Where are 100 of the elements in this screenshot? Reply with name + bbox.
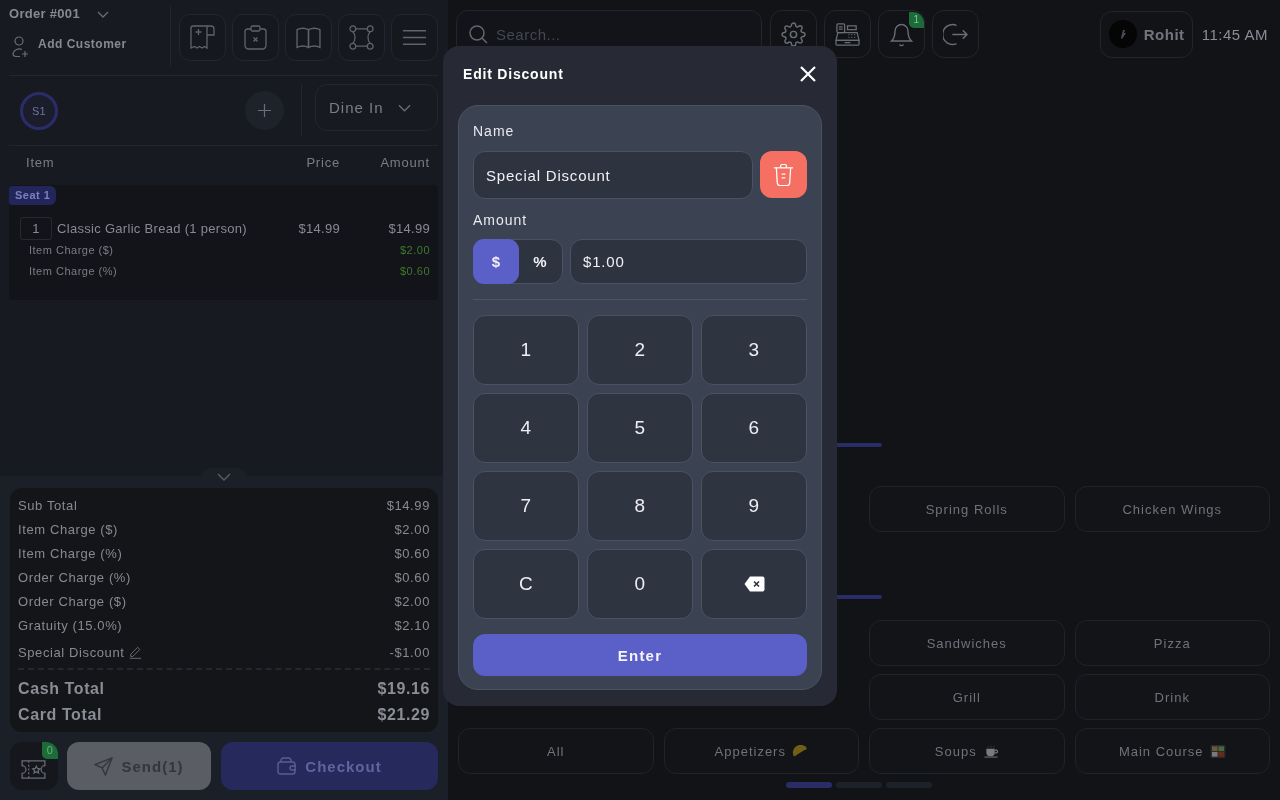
summary-value: $2.00: [394, 593, 430, 609]
backspace-icon: [743, 576, 765, 592]
keypad-key[interactable]: 5: [587, 393, 693, 463]
quantity-box[interactable]: 1: [20, 217, 52, 240]
summary-value: $0.60: [394, 569, 430, 585]
category-tile[interactable]: Main Course: [1074, 728, 1270, 774]
menu-button[interactable]: [391, 14, 438, 61]
enter-button[interactable]: Enter: [473, 634, 807, 676]
clipboard-button[interactable]: [232, 14, 279, 61]
summary-value: $2.00: [394, 521, 430, 537]
total-label: Card Total: [18, 706, 102, 724]
seat-tag: Seat 1: [9, 186, 57, 205]
item-amount: $14.99: [387, 221, 430, 236]
charge-label: Item Charge (%): [29, 264, 118, 279]
keypad-key[interactable]: 0: [587, 549, 693, 619]
amount-type-option[interactable]: %: [517, 239, 563, 284]
keypad-key[interactable]: 1: [473, 315, 579, 385]
category-tile[interactable]: All: [458, 728, 654, 774]
category-tile[interactable]: Soups: [869, 728, 1065, 774]
seat-button[interactable]: S1: [20, 91, 58, 130]
chevron-down-icon: [397, 103, 411, 112]
backspace-key[interactable]: [701, 549, 807, 619]
search-icon: [469, 24, 488, 44]
order-type-dropdown[interactable]: Dine In: [315, 84, 438, 131]
chevron-down-icon: [217, 473, 231, 481]
paper-plane-icon: [94, 756, 114, 776]
total-value: $19.16: [377, 680, 430, 698]
settings-icon: [781, 21, 806, 47]
count-badge: 0: [42, 742, 58, 759]
order-selector[interactable]: Order #001: [9, 6, 109, 22]
trash-icon: [773, 162, 794, 187]
summary-value: $0.60: [394, 545, 430, 561]
new-receipt-button[interactable]: [179, 14, 226, 61]
charge-amount: $2.00: [399, 243, 430, 258]
category-tile[interactable]: Appetizers: [663, 728, 859, 774]
item-price: $14.99: [297, 221, 340, 236]
clock-time: 11:45 AM: [1201, 25, 1268, 43]
bento-box-icon: [1209, 744, 1226, 758]
summary-label: Item Charge ($): [18, 521, 119, 537]
amount-type-option[interactable]: $: [473, 239, 519, 284]
total-label: Cash Total: [18, 680, 105, 698]
chevron-down-icon: [96, 10, 109, 18]
clipboard-x-icon: [243, 25, 268, 50]
ticket-star-icon: [20, 759, 46, 779]
coffee-cup-icon: [982, 744, 999, 758]
column-header: Item: [26, 154, 56, 170]
profile-button[interactable]: Rohit: [1099, 10, 1193, 58]
summary-label: Item Charge (%): [18, 545, 123, 561]
open-book-icon: [296, 25, 321, 50]
notification-badge: 1: [909, 12, 924, 28]
field-label: Name: [473, 122, 516, 141]
keypad-key[interactable]: 4: [473, 393, 579, 463]
table-layout-button[interactable]: [338, 14, 385, 61]
keypad-key[interactable]: 9: [701, 471, 807, 541]
category-tile[interactable]: Grill: [869, 674, 1065, 720]
amount-input[interactable]: $1.00: [570, 239, 807, 284]
close-icon: [800, 66, 816, 82]
keypad-key[interactable]: 7: [473, 471, 579, 541]
category-tile[interactable]: Sandwiches: [869, 620, 1065, 666]
category-tile[interactable]: Pizza: [1074, 620, 1270, 666]
summary-label: Order Charge ($): [18, 593, 127, 609]
checkout-button[interactable]: Checkout: [221, 742, 438, 790]
cash-register-icon: [835, 21, 860, 47]
person-add-icon: [12, 36, 29, 58]
logout-button[interactable]: [932, 10, 979, 58]
keypad-key[interactable]: 3: [701, 315, 807, 385]
keypad-key[interactable]: 6: [701, 393, 807, 463]
charge-amount: $0.60: [399, 264, 430, 279]
column-header: Price: [305, 154, 340, 170]
summary-label: Order Charge (%): [18, 569, 131, 585]
pencil-icon[interactable]: [129, 645, 143, 659]
keypad-key[interactable]: 8: [587, 471, 693, 541]
wallet-icon: [277, 757, 298, 775]
menu-item-tile[interactable]: Spring Rolls: [869, 486, 1065, 532]
summary-value: $2.10: [394, 617, 430, 633]
total-value: $21.29: [377, 706, 430, 724]
notifications-button[interactable]: 1: [878, 10, 925, 58]
taco-icon: [791, 744, 808, 758]
menu-book-button[interactable]: [285, 14, 332, 61]
dialog-title: Edit Discount: [463, 66, 564, 82]
keypad-key[interactable]: 2: [587, 315, 693, 385]
item-name: Classic Garlic Bread (1 person): [57, 221, 247, 236]
clear-key[interactable]: C: [473, 549, 579, 619]
plus-icon: [258, 104, 271, 117]
summary-value: -$1.00: [389, 644, 430, 660]
delete-button[interactable]: [760, 151, 807, 198]
receipt-plus-icon: [190, 25, 215, 50]
column-header: Amount: [379, 154, 430, 170]
summary-label: Gratuity (15.0%): [18, 617, 123, 633]
category-tile[interactable]: Drink: [1074, 674, 1270, 720]
name-input[interactable]: Special Discount: [473, 151, 753, 199]
logout-icon: [943, 21, 968, 47]
summary-value: $14.99: [386, 497, 430, 513]
menu-item-tile[interactable]: Chicken Wings: [1074, 486, 1270, 532]
nodes-icon: [349, 25, 374, 50]
close-button[interactable]: [800, 66, 816, 82]
add-customer-button[interactable]: Add Customer: [12, 30, 127, 58]
rewards-button[interactable]: 0: [10, 742, 58, 790]
bell-icon: [889, 21, 914, 47]
charge-label: Item Charge ($): [29, 243, 114, 258]
